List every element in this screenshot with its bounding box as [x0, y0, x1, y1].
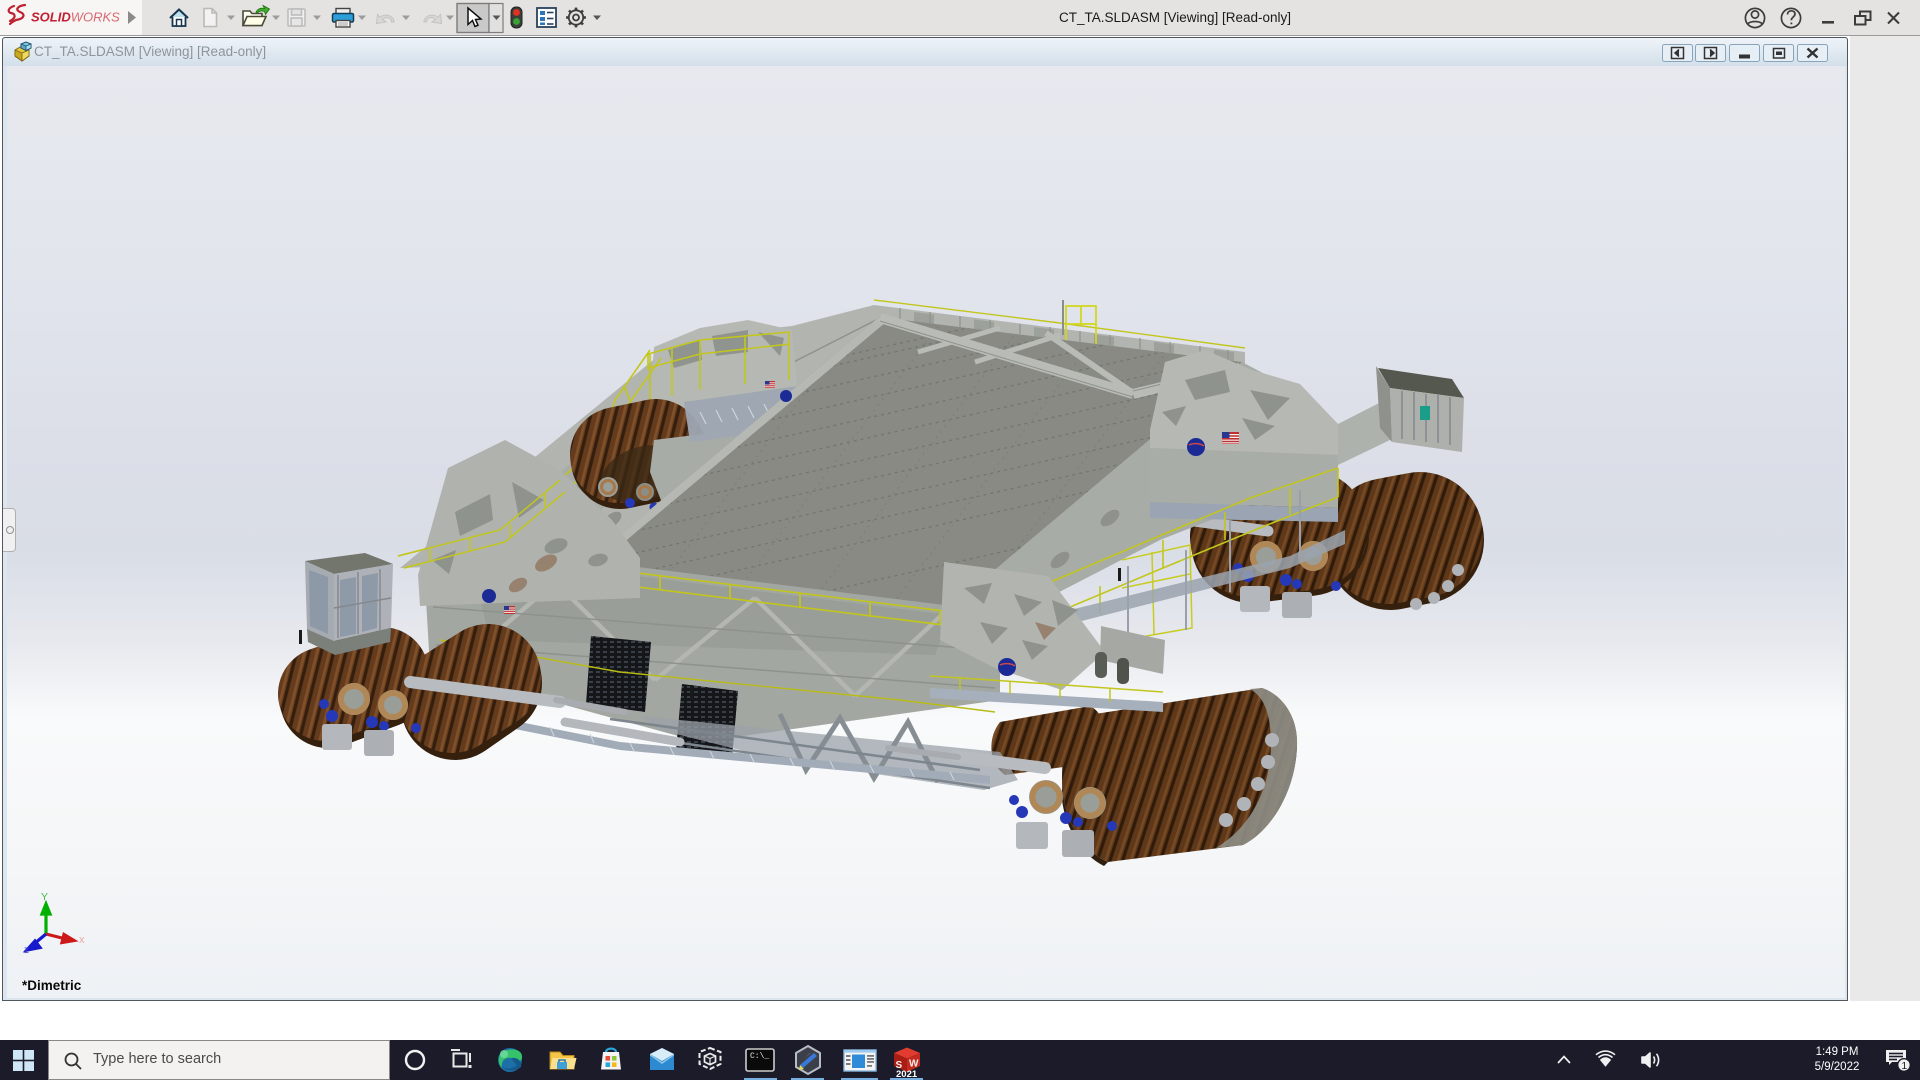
svg-text:SOLIDWORKS: SOLIDWORKS [31, 10, 120, 25]
svg-text:1: 1 [1901, 1060, 1907, 1072]
svg-text:W: W [909, 1059, 919, 1070]
svg-text:C:\_: C:\_ [750, 1052, 769, 1061]
